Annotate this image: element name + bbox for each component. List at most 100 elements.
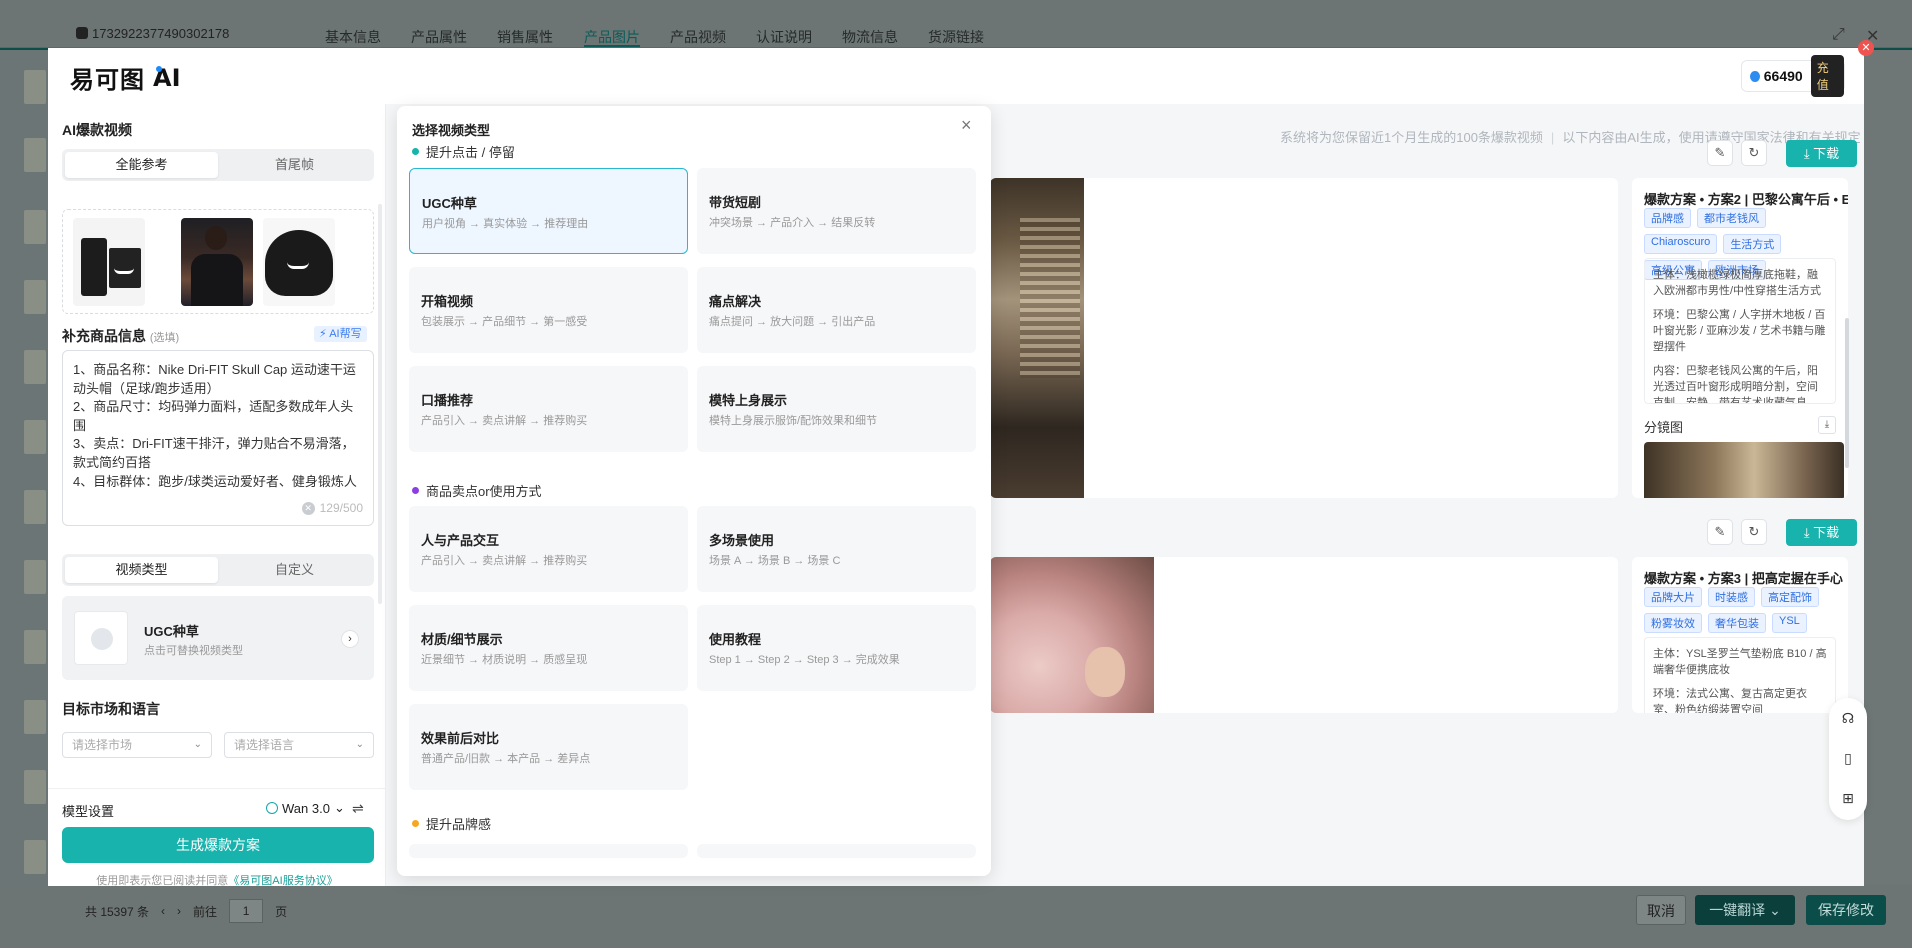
refresh-icon[interactable]: ↻ (1741, 140, 1767, 166)
tab-logistics[interactable]: 物流信息 (842, 27, 898, 47)
product-thumb[interactable] (24, 210, 46, 244)
credits-value: 66490 (1763, 68, 1803, 84)
reference-image-model[interactable] (181, 218, 253, 306)
video-type-card[interactable] (697, 844, 976, 858)
download-icon[interactable]: ⤓ (1818, 416, 1836, 434)
video-type-pain-point[interactable]: 痛点解决 痛点提问 → 放大问题 → 引出产品 (697, 267, 976, 353)
generate-button[interactable]: 生成爆款方案 (62, 827, 374, 863)
tab-product-attributes[interactable]: 产品属性 (411, 27, 467, 47)
page-input[interactable]: 1 (229, 899, 264, 923)
video-type-tutorial[interactable]: 使用教程 Step 1 → Step 2 → Step 3 → 完成效果 (697, 605, 976, 691)
tab-product-images[interactable]: 产品图片 (584, 27, 640, 47)
book-icon[interactable]: ▯ (1838, 748, 1858, 768)
video-type-multi-scene[interactable]: 多场景使用 场景 A → 场景 B → 场景 C (697, 506, 976, 592)
product-thumb[interactable] (24, 420, 46, 454)
video-type-before-after[interactable]: 效果前后对比 普通产品/旧款 → 本产品 → 差异点 (409, 704, 688, 790)
product-thumb[interactable] (24, 700, 46, 734)
product-thumb[interactable] (24, 840, 46, 874)
product-thumb[interactable] (24, 490, 46, 524)
save-button[interactable]: 保存修改 (1806, 895, 1886, 925)
category-brand: 提升品牌感 (412, 814, 491, 833)
close-icon[interactable]: × (961, 115, 972, 136)
product-thumb[interactable] (24, 350, 46, 384)
tab-video-type[interactable]: 视频类型 (65, 557, 218, 583)
logo-ai: AI (153, 63, 181, 92)
tab-certification[interactable]: 认证说明 (756, 27, 812, 47)
tag: YSL (1772, 613, 1807, 633)
tag: 都市老钱风 (1697, 208, 1766, 228)
reference-images[interactable] (62, 209, 374, 314)
product-info-textarea[interactable]: 1、商品名称：Nike Dri-FIT Skull Cap 运动速干运动头帽（足… (62, 350, 374, 526)
reference-image-product-pack[interactable] (73, 218, 145, 306)
clear-icon[interactable]: ✕ (301, 501, 315, 515)
product-thumb[interactable] (24, 630, 46, 664)
product-thumb[interactable] (24, 138, 46, 172)
optional-tag: (选填) (149, 332, 180, 344)
fullscreen-icon[interactable]: ⤢ (1832, 26, 1845, 44)
tab-full-reference[interactable]: 全能参考 (65, 152, 218, 178)
ai-video-modal: 易可图 AI 66490 充值 ✕ AI爆款视频 全能参考 首尾帧 补充商品信息… (48, 40, 1874, 886)
tab-first-last-frame[interactable]: 首尾帧 (218, 152, 371, 178)
topup-button[interactable]: 充值 (1810, 55, 1844, 97)
translate-label: 一键翻译 (1709, 902, 1766, 918)
video-preview-2[interactable] (990, 557, 1618, 713)
product-thumb[interactable] (24, 560, 46, 594)
product-info-text: 1、商品名称：Nike Dri-FIT Skull Cap 运动速干运动头帽（足… (73, 362, 357, 489)
background-tabbar: 1732922377490302178 基本信息 产品属性 销售属性 产品图片 … (0, 0, 1912, 48)
video-type-ugc[interactable]: UGC种草 用户视角 → 真实体验 → 推荐理由 (409, 168, 688, 254)
model-select[interactable]: Wan 3.0 ⌄ (266, 800, 345, 816)
tab-custom[interactable]: 自定义 (218, 557, 371, 583)
plan-subject: 主体：YSL圣罗兰气垫粉底 B10 / 高端奢华便携底妆 (1653, 648, 1827, 676)
video-type-unboxing[interactable]: 开箱视频 包装展示 → 产品细节 → 第一感受 (409, 267, 688, 353)
modal-close-icon[interactable]: ✕ (1858, 40, 1874, 56)
video-type-short-drama[interactable]: 带货短剧 冲突场景 → 产品介入 → 结果反转 (697, 168, 976, 254)
tab-sales-attributes[interactable]: 销售属性 (497, 27, 553, 47)
next-page-icon[interactable]: › (177, 904, 181, 918)
video-type-model-showcase[interactable]: 模特上身展示 模特上身展示服饰/配饰效果和细节 (697, 366, 976, 452)
pagination: 共 15397 条 ‹ › 前往 1 页 (85, 899, 287, 923)
video-preview-1[interactable] (990, 178, 1618, 498)
video-type-popup: 选择视频类型 × 提升点击 / 停留 UGC种草 用户视角 → 真实体验 → 推荐… (397, 106, 991, 876)
language-select[interactable]: 请选择语言 ⌄ (224, 732, 374, 758)
edit-icon[interactable]: ✎ (1707, 140, 1733, 166)
reference-image-skull-cap[interactable] (263, 218, 335, 306)
plan-description: 主体：浅橄榄绿极简厚底拖鞋，融入欧洲都市男性/中性穿搭生活方式 环境：巴黎公寓 … (1644, 258, 1836, 404)
grid-icon[interactable]: ⊞ (1838, 788, 1858, 808)
product-thumb[interactable] (24, 770, 46, 804)
video-type-interaction[interactable]: 人与产品交互 产品引入 → 卖点讲解 → 推荐购买 (409, 506, 688, 592)
chevron-right-icon[interactable]: › (341, 630, 359, 648)
total-count: 共 15397 条 (85, 904, 150, 919)
video-type-material-detail[interactable]: 材质/细节展示 近景细节 → 材质说明 → 质感呈现 (409, 605, 688, 691)
prev-page-icon[interactable]: ‹ (161, 904, 165, 918)
storyboard-image[interactable] (1644, 442, 1844, 498)
settings-sliders-icon[interactable]: ⇌ (352, 800, 364, 817)
product-thumb[interactable] (24, 280, 46, 314)
translate-button[interactable]: 一键翻译 ⌄ (1695, 895, 1795, 925)
video-type-talking-head[interactable]: 口播推荐 产品引入 → 卖点讲解 → 推荐购买 (409, 366, 688, 452)
video-type-card[interactable] (409, 844, 688, 858)
selected-video-type-card[interactable]: UGC种草 点击可替换视频类型 › (62, 596, 374, 680)
headset-icon[interactable]: ☊ (1838, 708, 1858, 728)
agreement-link[interactable]: 《易可图AI服务协议》 (228, 875, 337, 886)
tab-product-video[interactable]: 产品视频 (670, 27, 726, 47)
market-select[interactable]: 请选择市场 ⌄ (62, 732, 212, 758)
refresh-icon[interactable]: ↻ (1741, 519, 1767, 545)
selected-type-hint: 点击可替换视频类型 (144, 645, 243, 657)
tab-source-link[interactable]: 货源链接 (928, 27, 984, 47)
cancel-button[interactable]: 取消 (1636, 895, 1686, 925)
tag: 粉雾妆效 (1644, 613, 1702, 633)
tag: 时装感 (1708, 587, 1755, 607)
download-button[interactable]: ⤓ 下载 (1786, 140, 1857, 167)
ai-write-button[interactable]: ⚡ AI帮写 (314, 326, 367, 342)
background-product-list (0, 50, 48, 948)
product-thumb[interactable] (24, 70, 46, 104)
edit-icon[interactable]: ✎ (1707, 519, 1733, 545)
download-button[interactable]: ⤓ 下载 (1786, 519, 1857, 546)
model-settings-label: 模型设置 (62, 804, 115, 819)
left-scrollbar[interactable] (378, 204, 382, 604)
tab-basic-info[interactable]: 基本信息 (325, 27, 381, 47)
credits-balance: 66490 充值 (1741, 55, 1845, 97)
results-scrollbar[interactable] (1845, 318, 1849, 468)
selected-type-name: UGC种草 (144, 624, 199, 639)
plan-content: 内容：巴黎老钱风公寓的午后，阳光透过百叶窗形成明暗分割，空间克制、安静、带有艺术… (1653, 365, 1818, 404)
